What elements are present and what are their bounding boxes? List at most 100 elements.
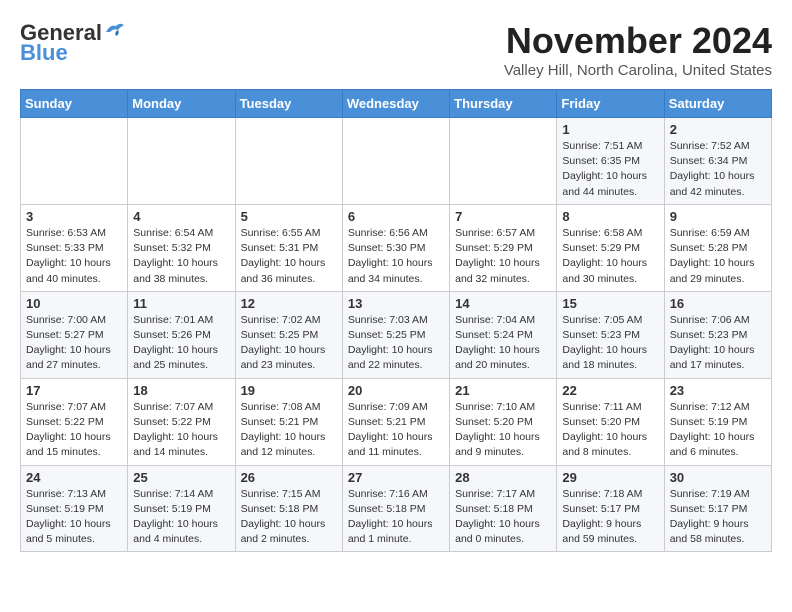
day-number: 20 [348, 383, 444, 398]
calendar-cell [128, 118, 235, 205]
day-number: 14 [455, 296, 551, 311]
month-title: November 2024 [504, 20, 772, 62]
calendar-cell: 9 Sunrise: 6:59 AM Sunset: 5:28 PM Daylig… [664, 204, 771, 291]
day-number: 11 [133, 296, 229, 311]
day-number: 19 [241, 383, 337, 398]
day-number: 24 [26, 470, 122, 485]
calendar-header: SundayMondayTuesdayWednesdayThursdayFrid… [21, 90, 772, 118]
calendar-cell: 25 Sunrise: 7:14 AM Sunset: 5:19 PM Dayli… [128, 465, 235, 552]
calendar-cell: 6 Sunrise: 6:56 AM Sunset: 5:30 PM Daylig… [342, 204, 449, 291]
day-number: 26 [241, 470, 337, 485]
day-info: Sunrise: 7:17 AM Sunset: 5:18 PM Dayligh… [455, 487, 551, 548]
calendar-cell: 11Sunrise: 7:01 AM Sunset: 5:26 PM Dayli… [128, 291, 235, 378]
day-number: 6 [348, 209, 444, 224]
day-number: 5 [241, 209, 337, 224]
calendar-cell: 2 Sunrise: 7:52 AM Sunset: 6:34 PM Daylig… [664, 118, 771, 205]
page-header: General Blue November 2024 Valley Hill, … [20, 20, 772, 79]
day-number: 15 [562, 296, 658, 311]
day-info: Sunrise: 6:55 AM Sunset: 5:31 PM Dayligh… [241, 226, 337, 287]
day-number: 16 [670, 296, 766, 311]
day-info: Sunrise: 7:12 AM Sunset: 5:19 PM Dayligh… [670, 400, 766, 461]
day-info: Sunrise: 6:54 AM Sunset: 5:32 PM Dayligh… [133, 226, 229, 287]
logo-blue: Blue [20, 40, 68, 66]
day-info: Sunrise: 7:10 AM Sunset: 5:20 PM Dayligh… [455, 400, 551, 461]
weekday-header: Sunday [21, 90, 128, 118]
day-number: 9 [670, 209, 766, 224]
header-row: SundayMondayTuesdayWednesdayThursdayFrid… [21, 90, 772, 118]
day-info: Sunrise: 6:57 AM Sunset: 5:29 PM Dayligh… [455, 226, 551, 287]
day-info: Sunrise: 7:09 AM Sunset: 5:21 PM Dayligh… [348, 400, 444, 461]
day-info: Sunrise: 7:08 AM Sunset: 5:21 PM Dayligh… [241, 400, 337, 461]
day-info: Sunrise: 6:59 AM Sunset: 5:28 PM Dayligh… [670, 226, 766, 287]
day-number: 7 [455, 209, 551, 224]
day-info: Sunrise: 6:58 AM Sunset: 5:29 PM Dayligh… [562, 226, 658, 287]
day-info: Sunrise: 6:56 AM Sunset: 5:30 PM Dayligh… [348, 226, 444, 287]
calendar-week-row: 10 Sunrise: 7:00 AM Sunset: 5:27 PM Dayli… [21, 291, 772, 378]
weekday-header: Saturday [664, 90, 771, 118]
calendar-week-row: 3Sunrise: 6:53 AM Sunset: 5:33 PM Daylig… [21, 204, 772, 291]
day-number: 13 [348, 296, 444, 311]
calendar-cell: 19 Sunrise: 7:08 AM Sunset: 5:21 PM Dayli… [235, 378, 342, 465]
day-info: Sunrise: 7:16 AM Sunset: 5:18 PM Dayligh… [348, 487, 444, 548]
day-info: Sunrise: 7:15 AM Sunset: 5:18 PM Dayligh… [241, 487, 337, 548]
calendar-cell: 7 Sunrise: 6:57 AM Sunset: 5:29 PM Daylig… [450, 204, 557, 291]
day-number: 17 [26, 383, 122, 398]
logo-bird-icon [104, 22, 126, 40]
calendar-cell: 26 Sunrise: 7:15 AM Sunset: 5:18 PM Dayli… [235, 465, 342, 552]
day-number: 21 [455, 383, 551, 398]
day-number: 8 [562, 209, 658, 224]
day-number: 25 [133, 470, 229, 485]
calendar-cell: 4 Sunrise: 6:54 AM Sunset: 5:32 PM Daylig… [128, 204, 235, 291]
day-info: Sunrise: 7:07 AM Sunset: 5:22 PM Dayligh… [133, 400, 229, 461]
weekday-header: Thursday [450, 90, 557, 118]
day-number: 1 [562, 122, 658, 137]
day-info: Sunrise: 7:03 AM Sunset: 5:25 PM Dayligh… [348, 313, 444, 374]
calendar-cell: 23Sunrise: 7:12 AM Sunset: 5:19 PM Dayli… [664, 378, 771, 465]
day-info: Sunrise: 7:11 AM Sunset: 5:20 PM Dayligh… [562, 400, 658, 461]
logo: General Blue [20, 20, 126, 66]
day-info: Sunrise: 7:02 AM Sunset: 5:25 PM Dayligh… [241, 313, 337, 374]
day-info: Sunrise: 7:14 AM Sunset: 5:19 PM Dayligh… [133, 487, 229, 548]
day-info: Sunrise: 7:13 AM Sunset: 5:19 PM Dayligh… [26, 487, 122, 548]
calendar-cell [235, 118, 342, 205]
calendar-cell: 28Sunrise: 7:17 AM Sunset: 5:18 PM Dayli… [450, 465, 557, 552]
location: Valley Hill, North Carolina, United Stat… [504, 62, 772, 79]
day-number: 3 [26, 209, 122, 224]
calendar-cell: 27 Sunrise: 7:16 AM Sunset: 5:18 PM Dayli… [342, 465, 449, 552]
calendar-cell: 30Sunrise: 7:19 AM Sunset: 5:17 PM Dayli… [664, 465, 771, 552]
calendar-cell: 16Sunrise: 7:06 AM Sunset: 5:23 PM Dayli… [664, 291, 771, 378]
calendar-cell: 15 Sunrise: 7:05 AM Sunset: 5:23 PM Dayli… [557, 291, 664, 378]
calendar-cell [342, 118, 449, 205]
calendar-cell: 12 Sunrise: 7:02 AM Sunset: 5:25 PM Dayli… [235, 291, 342, 378]
day-info: Sunrise: 7:04 AM Sunset: 5:24 PM Dayligh… [455, 313, 551, 374]
day-info: Sunrise: 7:19 AM Sunset: 5:17 PM Dayligh… [670, 487, 766, 548]
calendar-cell [21, 118, 128, 205]
calendar-cell: 29Sunrise: 7:18 AM Sunset: 5:17 PM Dayli… [557, 465, 664, 552]
day-number: 12 [241, 296, 337, 311]
day-number: 4 [133, 209, 229, 224]
calendar-cell: 14 Sunrise: 7:04 AM Sunset: 5:24 PM Dayli… [450, 291, 557, 378]
day-number: 27 [348, 470, 444, 485]
calendar-cell: 21 Sunrise: 7:10 AM Sunset: 5:20 PM Dayli… [450, 378, 557, 465]
calendar-cell: 3Sunrise: 6:53 AM Sunset: 5:33 PM Daylig… [21, 204, 128, 291]
calendar-cell: 5 Sunrise: 6:55 AM Sunset: 5:31 PM Daylig… [235, 204, 342, 291]
day-number: 10 [26, 296, 122, 311]
day-info: Sunrise: 7:00 AM Sunset: 5:27 PM Dayligh… [26, 313, 122, 374]
calendar-cell: 20 Sunrise: 7:09 AM Sunset: 5:21 PM Dayli… [342, 378, 449, 465]
day-info: Sunrise: 7:05 AM Sunset: 5:23 PM Dayligh… [562, 313, 658, 374]
calendar-cell: 17 Sunrise: 7:07 AM Sunset: 5:22 PM Dayli… [21, 378, 128, 465]
weekday-header: Wednesday [342, 90, 449, 118]
calendar-cell [450, 118, 557, 205]
day-info: Sunrise: 7:52 AM Sunset: 6:34 PM Dayligh… [670, 139, 766, 200]
day-info: Sunrise: 7:07 AM Sunset: 5:22 PM Dayligh… [26, 400, 122, 461]
calendar-cell: 10 Sunrise: 7:00 AM Sunset: 5:27 PM Dayli… [21, 291, 128, 378]
calendar-cell: 22Sunrise: 7:11 AM Sunset: 5:20 PM Dayli… [557, 378, 664, 465]
calendar-cell: 13 Sunrise: 7:03 AM Sunset: 5:25 PM Dayli… [342, 291, 449, 378]
day-info: Sunrise: 7:51 AM Sunset: 6:35 PM Dayligh… [562, 139, 658, 200]
title-area: November 2024 Valley Hill, North Carolin… [504, 20, 772, 79]
calendar-cell: 24 Sunrise: 7:13 AM Sunset: 5:19 PM Dayli… [21, 465, 128, 552]
calendar-cell: 18Sunrise: 7:07 AM Sunset: 5:22 PM Dayli… [128, 378, 235, 465]
calendar-table: SundayMondayTuesdayWednesdayThursdayFrid… [20, 89, 772, 552]
day-number: 2 [670, 122, 766, 137]
weekday-header: Monday [128, 90, 235, 118]
